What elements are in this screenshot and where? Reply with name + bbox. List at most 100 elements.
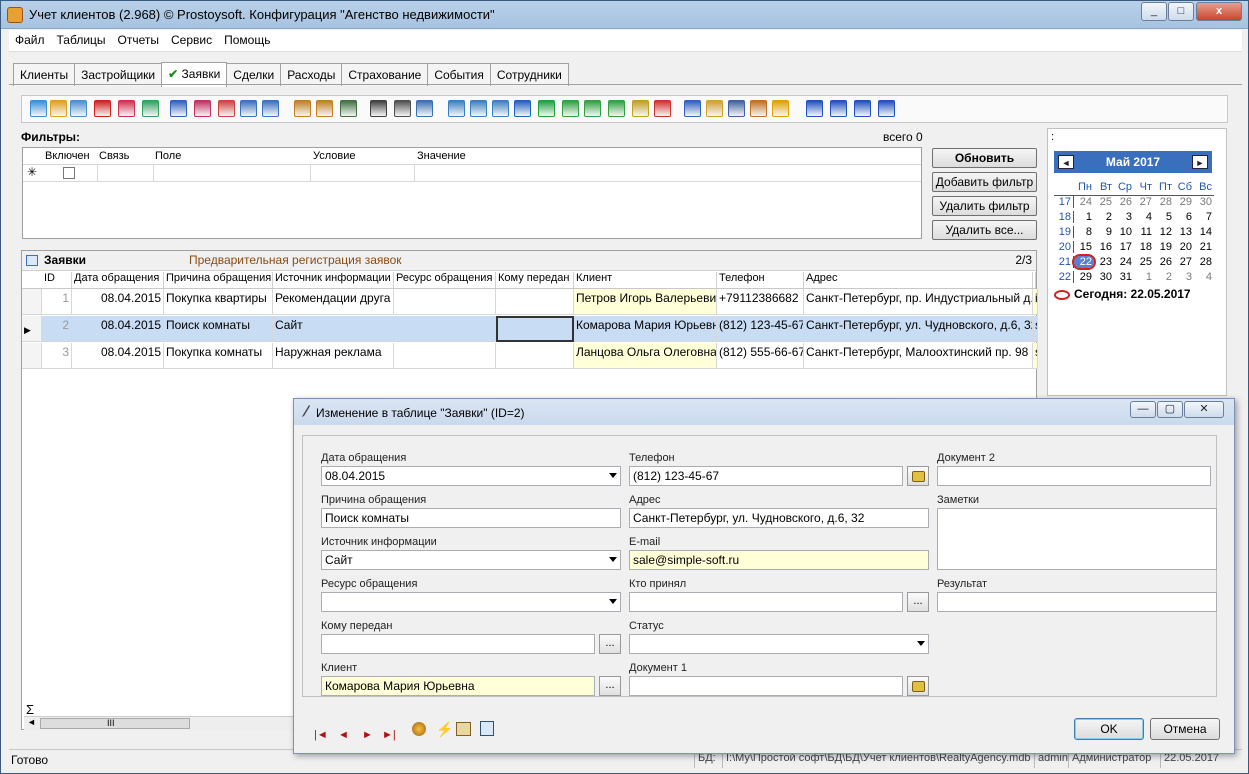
notes-field[interactable] [937,508,1217,570]
tab-deals[interactable]: Сделки [226,63,282,86]
column-header-address[interactable]: Адрес [804,272,1033,288]
date-field[interactable]: 08.04.2015 [321,466,621,486]
calendar-day[interactable]: 31 [1114,271,1134,283]
refresh-button[interactable]: Обновить [932,148,1037,168]
calendar-day[interactable]: 27 [1174,256,1194,268]
calendar-day[interactable]: 9 [1094,226,1114,238]
menu-file[interactable]: Файл [9,30,51,50]
calendar-day[interactable]: 19 [1154,241,1174,253]
filter-icon[interactable] [170,100,187,117]
sql-icon[interactable] [340,100,357,117]
export-icon[interactable] [448,100,465,117]
source-field[interactable]: Сайт [321,550,621,570]
calendar-day[interactable]: 23 [1094,256,1114,268]
calendar-today[interactable]: Сегодня: 22.05.2017 [1054,287,1191,301]
email-field[interactable]: sale@simple-soft.ru [629,550,929,570]
sort-asc-icon[interactable] [684,100,701,117]
export-html-icon[interactable] [562,100,579,117]
column-header-id[interactable]: ID [42,272,72,288]
lightning-icon[interactable] [772,100,789,117]
calendar-day[interactable]: 7 [1194,211,1214,223]
filter-enabled-checkbox[interactable] [63,167,75,179]
resource-field[interactable] [321,592,621,612]
cell-phone[interactable]: +79112386682 [717,289,804,315]
scroll-thumb[interactable]: III [40,718,190,729]
calendar-day[interactable]: 13 [1174,226,1194,238]
calendar-day[interactable]: 3 [1174,271,1194,283]
calendar-day[interactable]: 20 [1174,241,1194,253]
filter-remove-icon[interactable] [194,100,211,117]
filter-clear-icon[interactable] [218,100,235,117]
columns-icon[interactable] [728,100,745,117]
reason-field[interactable]: Поиск комнаты [321,508,621,528]
palette-icon[interactable] [412,722,426,736]
calendar-next-button[interactable]: ► [1192,155,1208,169]
cell-to[interactable] [496,316,574,342]
client-ellipsis-button[interactable]: ... [599,676,621,696]
accepted-by-ellipsis-button[interactable]: ... [907,592,929,612]
calendar-day[interactable]: 10 [1114,226,1134,238]
group-icon[interactable] [294,100,311,117]
cell-source[interactable]: Сайт [273,316,394,342]
chevron-down-icon[interactable] [917,641,925,646]
cell-reason[interactable]: Покупка комнаты [164,343,273,369]
tab-insurance[interactable]: Страхование [341,63,429,86]
calendar-day[interactable]: 17 [1114,241,1134,253]
calendar-day[interactable]: 11 [1134,226,1154,238]
calendar-day[interactable]: 6 [1174,211,1194,223]
print-icon[interactable] [394,100,411,117]
cell-client[interactable]: Ланцова Ольга Олеговна [574,343,717,369]
calendar-day[interactable]: 30 [1194,196,1214,208]
cell-id[interactable]: 2 [42,316,72,342]
cell-reason[interactable]: Поиск комнаты [164,316,273,342]
phone-dial-button[interactable] [907,466,929,486]
row-indicator[interactable] [22,343,42,369]
cancel-button[interactable]: Отмена [1150,718,1220,740]
calendar-day[interactable]: 28 [1154,196,1174,208]
report-icon[interactable] [480,721,494,736]
calendar-day[interactable]: 21 [1194,241,1214,253]
cell-resource[interactable] [394,343,496,369]
column-header-phone[interactable]: Телефон [717,272,804,288]
calendar-day[interactable]: 22 [1072,254,1096,270]
scroll-left-icon[interactable]: ◄ [27,717,36,727]
cell-to[interactable] [496,289,574,315]
ok-button[interactable]: OK [1074,718,1144,740]
assigned-to-ellipsis-button[interactable]: ... [599,634,621,654]
delete-filter-button[interactable]: Удалить фильтр [932,196,1037,216]
preview-icon[interactable] [416,100,433,117]
cell-address[interactable]: Санкт-Петербург, ул. Чудновского, д.6, 3… [804,316,1033,342]
cell-date[interactable]: 08.04.2015 [72,289,164,315]
calendar-day[interactable]: 28 [1194,256,1214,268]
calendar-day[interactable]: 29 [1074,271,1094,283]
group-expand-icon[interactable] [316,100,333,117]
row-indicator[interactable]: ▶ [22,316,42,342]
document1-field[interactable] [629,676,903,696]
cell-e[interactable]: in [1033,289,1038,315]
calendar-day[interactable]: 16 [1094,241,1114,253]
delete-all-filters-button[interactable]: Удалить все... [932,220,1037,240]
edit-icon[interactable] [50,100,67,117]
tab-employees[interactable]: Сотрудники [489,63,569,86]
next-icon[interactable] [854,100,871,117]
find-icon[interactable] [370,100,387,117]
tab-developers[interactable]: Застройщики [74,63,163,86]
copy-icon[interactable] [70,100,87,117]
cell-address[interactable]: Санкт-Петербург, Малоохтинский пр. 98 [804,343,1033,369]
nav-prev-button[interactable]: ◄ [338,729,349,741]
calendar-day[interactable]: 5 [1154,211,1174,223]
prev-icon[interactable] [830,100,847,117]
calendar-day[interactable]: 8 [1074,226,1094,238]
last-icon[interactable] [878,100,895,117]
calendar-day[interactable]: 30 [1094,271,1114,283]
cell-source[interactable]: Рекомендации друга [273,289,394,315]
menu-tables[interactable]: Таблицы [51,30,112,50]
accepted-by-field[interactable] [629,592,903,612]
cell-reason[interactable]: Покупка квартиры [164,289,273,315]
column-header-client[interactable]: Клиент [574,272,717,288]
nav-first-button[interactable]: |◄ [314,729,328,741]
status-field[interactable] [629,634,929,654]
filter-add-icon[interactable] [240,100,257,117]
cell-date[interactable]: 08.04.2015 [72,343,164,369]
document2-field[interactable] [937,466,1211,486]
